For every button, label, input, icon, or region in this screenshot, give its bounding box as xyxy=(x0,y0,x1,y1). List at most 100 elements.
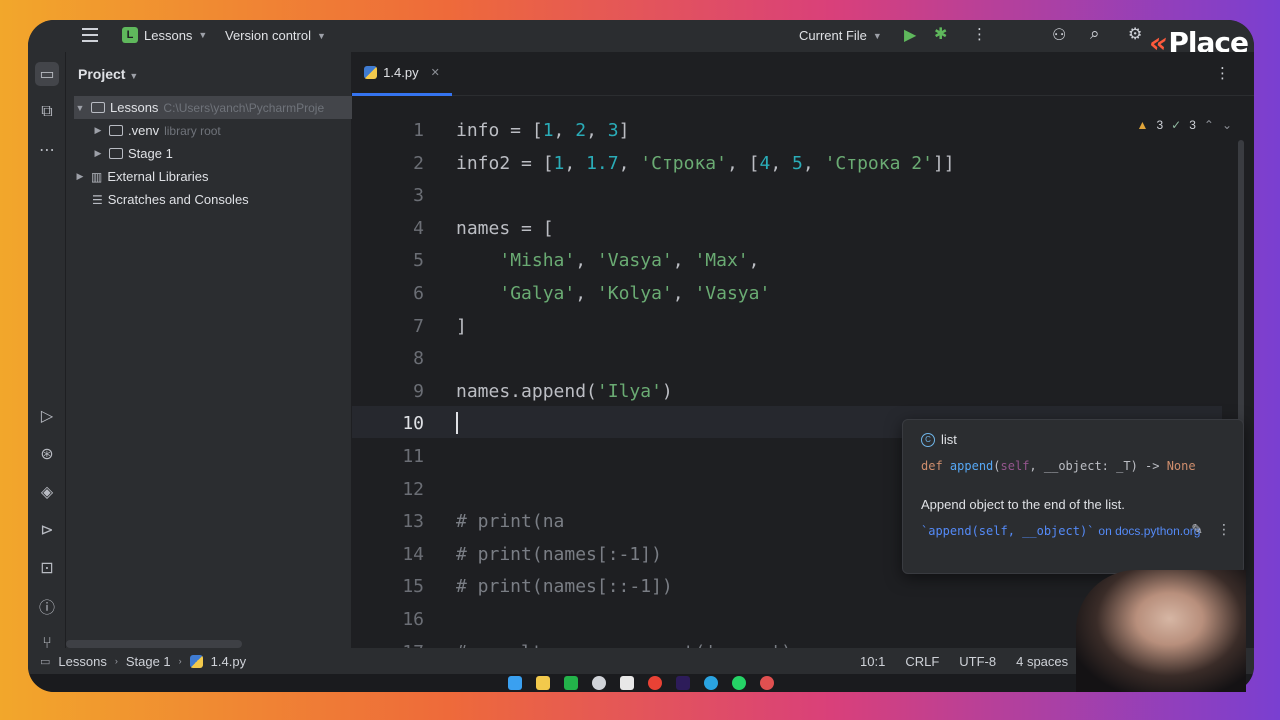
structure-icon[interactable]: ⧉ xyxy=(35,100,59,124)
tree-item-lessons[interactable]: ▼ Lessons C:\Users\yanch\PycharmProje xyxy=(74,96,352,119)
services-icon[interactable]: ⊳ xyxy=(35,518,59,542)
line-number: 10 xyxy=(402,413,424,435)
code-line[interactable]: ] xyxy=(456,311,467,343)
ok-count: 3 xyxy=(1189,118,1196,132)
code-line[interactable]: info = [1, 2, 3] xyxy=(456,115,629,147)
line-number: 6 xyxy=(413,283,424,304)
popup-signature: def append(self, __object: _T) -> None xyxy=(921,459,1196,473)
code-line[interactable]: info2 = [1, 1.7, 'Строка', [4, 5, 'Строк… xyxy=(456,148,955,180)
popup-class-name: list xyxy=(941,432,957,447)
line-number: 2 xyxy=(413,152,424,174)
def-self: self xyxy=(1000,459,1030,473)
code-line[interactable]: names.append('Ilya') xyxy=(456,376,673,408)
popup-class: C list xyxy=(921,432,957,447)
file-explorer-icon[interactable] xyxy=(536,676,550,690)
folder-icon xyxy=(109,125,123,136)
python-file-icon xyxy=(364,66,378,79)
more-actions-icon[interactable]: ⋮ xyxy=(972,25,987,43)
more-tools-icon[interactable]: ⋯ xyxy=(35,138,59,162)
edit-pencil-icon[interactable]: ✎ xyxy=(1191,521,1203,538)
run-tool-icon[interactable]: ▷ xyxy=(35,404,59,428)
premiere-icon[interactable] xyxy=(676,676,690,690)
text-cursor xyxy=(456,412,458,434)
line-number: 3 xyxy=(413,185,424,207)
status-widgets: 10:1 CRLF UTF-8 4 spaces Py xyxy=(860,654,1103,669)
add-user-icon[interactable]: ⚇ xyxy=(1052,25,1066,45)
tree-item-label: Scratches and Consoles xyxy=(107,192,249,207)
app-icon[interactable] xyxy=(592,676,606,690)
chrome-icon[interactable] xyxy=(648,676,662,690)
tree-item-venv[interactable]: ▶ .venv library root xyxy=(92,119,221,142)
line-number: 8 xyxy=(413,348,424,370)
code-line[interactable]: # print(na xyxy=(456,506,564,538)
app-icon[interactable] xyxy=(760,676,774,690)
project-switcher[interactable]: L Lessons ▼ xyxy=(122,27,207,43)
settings-gear-icon[interactable]: ⚙ xyxy=(1128,24,1142,44)
code-line[interactable]: 'Galya', 'Kolya', 'Vasya' xyxy=(456,278,770,310)
tree-item-external-libraries[interactable]: ▶ ▥ External Libraries xyxy=(74,165,209,188)
line-number: 11 xyxy=(402,446,424,467)
chevron-up-icon[interactable]: ⌃ xyxy=(1204,118,1214,132)
code-line[interactable]: 'Misha', 'Vasya', 'Max', xyxy=(456,245,759,277)
run-config-selector[interactable]: Current File ▼ xyxy=(799,28,882,43)
scratches-icon: ☰ xyxy=(92,192,103,207)
pycharm-icon[interactable] xyxy=(564,676,578,690)
indent-setting[interactable]: 4 spaces xyxy=(1016,654,1068,669)
link-text: on docs.python.org xyxy=(1098,524,1201,538)
tree-item-scratches[interactable]: ☰ Scratches and Consoles xyxy=(92,188,249,211)
def-rest: , __object: _T) -> xyxy=(1029,459,1160,473)
external-docs-link[interactable]: `append(self, __object)` on docs.python.… xyxy=(921,524,1200,538)
warning-count: 3 xyxy=(1156,118,1164,132)
def-return: None xyxy=(1166,459,1196,473)
telegram-icon[interactable] xyxy=(704,676,718,690)
horizontal-scrollbar[interactable] xyxy=(66,640,242,648)
editor-tab-bar: 1.4.py ✕ ⋮ xyxy=(352,52,1254,96)
project-name: Lessons xyxy=(144,27,193,43)
project-panel-header[interactable]: Project ▼ xyxy=(78,66,138,82)
tree-item-hint: library root xyxy=(164,123,221,138)
folder-icon xyxy=(109,148,123,159)
windows-start-icon[interactable] xyxy=(508,676,522,690)
tree-item-stage-1[interactable]: ▶ Stage 1 xyxy=(92,142,173,165)
chevron-down-icon[interactable]: ⌄ xyxy=(1222,118,1232,132)
popup-more-icon[interactable]: ⋮ xyxy=(1217,521,1231,538)
os-taskbar xyxy=(28,674,1254,692)
chevron-down-icon: ▼ xyxy=(198,30,208,40)
tab-1-4-py[interactable]: 1.4.py ✕ xyxy=(352,52,452,96)
python-packages-icon[interactable]: ⊛ xyxy=(35,442,59,466)
run-config-label: Current File xyxy=(799,28,867,43)
caret-position[interactable]: 10:1 xyxy=(860,654,885,669)
line-separator[interactable]: CRLF xyxy=(905,654,939,669)
debug-icon[interactable]: ✱ xyxy=(934,24,947,44)
code-line[interactable]: # print(names[::-1]) xyxy=(456,571,673,603)
warning-icon: ▲ xyxy=(1136,118,1149,132)
breadcrumb-item[interactable]: Stage 1 xyxy=(126,654,171,669)
file-encoding[interactable]: UTF-8 xyxy=(959,654,996,669)
code-line[interactable]: # print(names[:-1]) xyxy=(456,539,662,571)
chevron-right-icon: › xyxy=(178,656,182,666)
project-folder-icon[interactable]: ▭ xyxy=(35,62,59,86)
search-icon[interactable]: ⌕ xyxy=(1090,24,1100,44)
layers-icon[interactable]: ◈ xyxy=(35,480,59,504)
run-icon[interactable]: ▶ xyxy=(904,25,916,45)
terminal-icon[interactable]: ⊡ xyxy=(35,556,59,580)
inspection-widget[interactable]: ▲ 3 ✓ 3 ⌃ ⌄ xyxy=(1137,118,1232,132)
breadcrumb-item[interactable]: Lessons xyxy=(58,654,106,669)
python-file-icon xyxy=(189,654,203,668)
code-editor: 1.4.py ✕ ⋮ ▲ 3 ✓ 3 ⌃ ⌄ 1 2 3 4 5 6 7 8 9 10 11 12 13… xyxy=(352,52,1254,663)
close-icon[interactable]: ✕ xyxy=(431,66,440,79)
app-icon[interactable] xyxy=(620,676,634,690)
breadcrumb-item[interactable]: 1.4.py xyxy=(211,654,246,669)
quick-documentation-popup: C list def append(self, __object: _T) ->… xyxy=(902,419,1244,574)
def-keyword: def xyxy=(921,459,943,473)
chevron-down-icon: ▼ xyxy=(317,30,326,41)
tab-options-icon[interactable]: ⋮ xyxy=(1215,64,1230,82)
main-menu-icon[interactable] xyxy=(82,28,98,46)
chevron-right-icon: › xyxy=(114,656,118,666)
project-panel-title: Project xyxy=(78,66,126,82)
problems-icon[interactable]: ⓘ xyxy=(35,594,59,618)
code-line[interactable]: names = [ xyxy=(456,213,554,245)
whatsapp-icon[interactable] xyxy=(732,676,746,690)
version-control-menu[interactable]: Version control ▼ xyxy=(225,28,326,43)
status-bar: ▭ Lessons › Stage 1 › 1.4.py 10:1 CRLF U… xyxy=(28,648,1254,674)
